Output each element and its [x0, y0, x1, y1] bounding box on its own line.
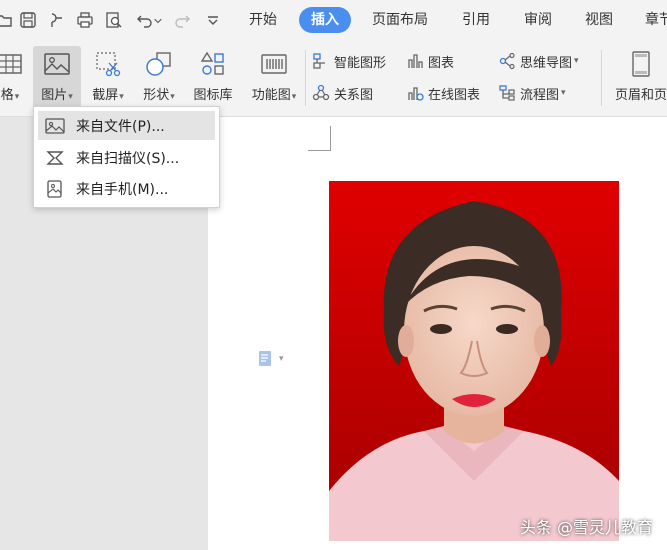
menu-item-label: 来自手机(M)... — [76, 181, 169, 198]
title-bar: 开始 插入 页面布局 引用 审阅 视图 章节 — [0, 0, 667, 42]
print-icon[interactable] — [75, 10, 95, 30]
table-icon — [0, 46, 28, 82]
menu-item-from-scanner[interactable]: 来自扫描仪(S)... — [38, 143, 215, 172]
open-folder-icon[interactable] — [0, 10, 14, 30]
menu-item-label: 来自扫描仪(S)... — [76, 150, 180, 167]
redo-icon[interactable] — [172, 10, 192, 30]
chart-label: 图表 — [428, 55, 455, 71]
customize-toolbar-icon[interactable] — [203, 10, 223, 30]
scissors-icon — [90, 46, 126, 82]
mindmap-icon — [499, 52, 515, 70]
shapes-icon — [141, 46, 177, 82]
print-preview-icon[interactable] — [104, 10, 124, 30]
id-photo-image[interactable] — [329, 181, 619, 541]
icon-library-button[interactable]: 图标库 — [190, 46, 236, 108]
watermark-text: 头条 @雪灵儿教育 — [519, 518, 653, 537]
image-file-icon — [44, 116, 66, 136]
paragraph-layout-icon[interactable]: ▾ — [258, 350, 284, 368]
format-painter-icon[interactable] — [46, 10, 66, 30]
bar-chart-icon — [408, 54, 423, 68]
tab-references[interactable]: 引用 — [450, 7, 502, 33]
smartart-icon — [313, 53, 325, 69]
save-icon[interactable] — [18, 10, 38, 30]
online-chart-label: 在线图表 — [428, 87, 481, 103]
mindmap-button[interactable]: 思维导图 ▾ — [498, 50, 579, 72]
flowchart-button[interactable]: 流程图 ▾ — [498, 82, 566, 104]
function-chart-button[interactable]: 功能图▾ — [245, 46, 303, 108]
screenshot-label: 截屏 — [92, 88, 119, 103]
undo-dropdown-icon[interactable] — [152, 10, 164, 30]
smartart-button[interactable]: 智能图形 — [312, 50, 386, 72]
shape-label: 形状 — [143, 88, 170, 103]
menu-item-from-file[interactable]: 来自文件(P)... — [38, 111, 215, 140]
ribbon-separator — [601, 50, 602, 106]
tab-review[interactable]: 审阅 — [512, 7, 564, 33]
icon-library-icon — [195, 46, 231, 82]
header-footer-label: 页眉和页 — [614, 88, 667, 103]
function-chart-icon — [256, 46, 292, 82]
tab-home[interactable]: 开始 — [237, 7, 289, 33]
page-margin-corner-mark — [308, 126, 331, 151]
relation-icon — [312, 84, 330, 101]
flowchart-icon — [499, 85, 515, 101]
icon-library-label: 图标库 — [193, 88, 233, 103]
table-label: 格 — [0, 88, 14, 103]
tab-insert[interactable]: 插入 — [299, 7, 351, 33]
phone-image-icon — [44, 179, 66, 199]
picture-label: 图片 — [41, 88, 68, 103]
chart-button[interactable]: 图表 — [406, 50, 454, 72]
header-footer-button[interactable]: 页眉和页 — [611, 46, 667, 108]
mindmap-label: 思维导图 — [520, 55, 573, 71]
relation-label: 关系图 — [334, 87, 374, 103]
ribbon-separator — [305, 50, 306, 106]
tab-chapter[interactable]: 章节 — [633, 7, 667, 33]
function-chart-label: 功能图 — [251, 88, 291, 103]
tab-page-layout[interactable]: 页面布局 — [360, 7, 440, 33]
screenshot-button[interactable]: 截屏▾ — [86, 46, 130, 108]
online-chart-icon — [408, 87, 424, 101]
picture-icon — [39, 46, 75, 82]
tab-view[interactable]: 视图 — [573, 7, 625, 33]
picture-button[interactable]: 图片▾ — [33, 46, 81, 108]
menu-item-from-phone[interactable]: 来自手机(M)... — [38, 174, 215, 203]
smartart-label: 智能图形 — [334, 55, 387, 71]
chevron-down-icon: ▾ — [279, 354, 284, 364]
relation-chart-button[interactable]: 关系图 — [312, 82, 373, 104]
shape-button[interactable]: 形状▾ — [137, 46, 181, 108]
flowchart-label: 流程图 — [520, 87, 560, 103]
menu-item-label: 来自文件(P)... — [76, 118, 165, 135]
scanner-icon — [44, 148, 66, 168]
table-button[interactable]: 格▾ — [0, 46, 26, 108]
online-chart-button[interactable]: 在线图表 — [406, 82, 480, 104]
header-footer-icon — [623, 46, 659, 82]
picture-dropdown-menu: 来自文件(P)... 来自扫描仪(S)... 来自手机(M)... — [33, 106, 220, 208]
